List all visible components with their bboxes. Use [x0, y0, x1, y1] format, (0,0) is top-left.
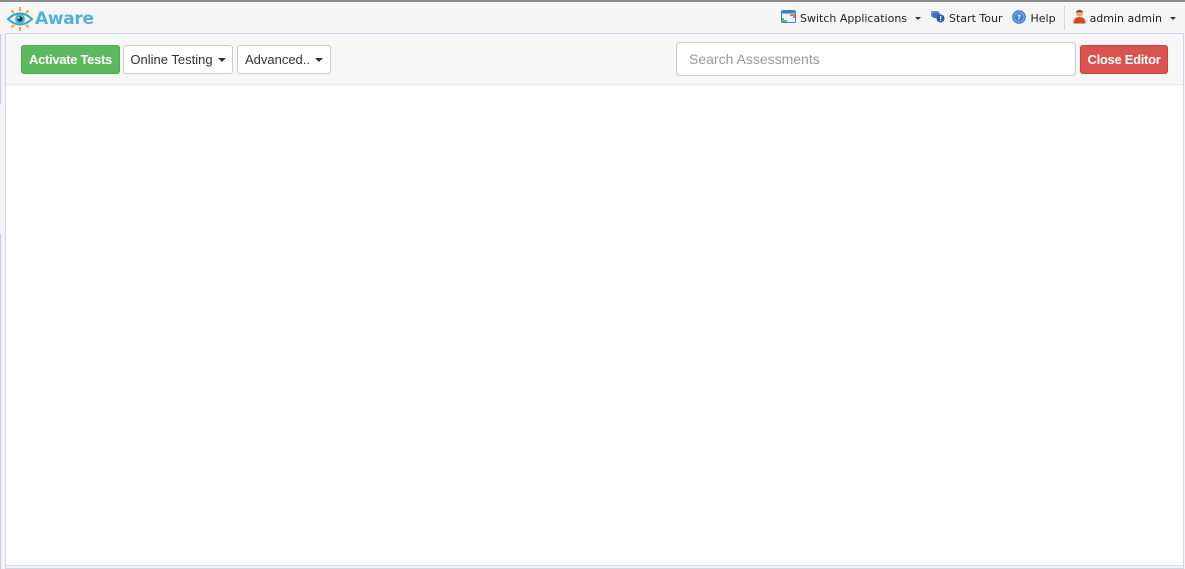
start-tour-label: Start Tour	[949, 11, 1003, 25]
help-label: Help	[1030, 11, 1056, 25]
editor-content-area	[6, 85, 1183, 566]
activate-tests-button[interactable]: Activate Tests	[21, 45, 120, 74]
chevron-down-icon	[1170, 16, 1176, 20]
top-navigation-bar: Aware Switch Applications Start Tour ? H…	[0, 0, 1185, 34]
caret-down-icon	[217, 57, 226, 62]
panel-bottom-border	[6, 565, 1183, 568]
nav-divider	[1063, 6, 1065, 30]
start-tour-link[interactable]: Start Tour	[926, 10, 1007, 26]
assessment-editor-panel: Activate Tests Online Testing Advanced..…	[5, 33, 1184, 569]
editor-toolbar: Activate Tests Online Testing Advanced..…	[6, 34, 1183, 85]
svg-text:?: ?	[1017, 13, 1021, 21]
search-assessments-input[interactable]	[676, 42, 1076, 76]
switch-apps-icon	[780, 9, 796, 27]
close-editor-label: Close Editor	[1087, 52, 1161, 67]
left-edge-border	[0, 34, 1, 104]
online-testing-label: Online Testing	[130, 52, 213, 67]
close-editor-button[interactable]: Close Editor	[1080, 45, 1168, 74]
left-edge-border	[0, 234, 1, 569]
user-menu[interactable]: admin admin	[1068, 9, 1181, 27]
advanced-dropdown[interactable]: Advanced..	[237, 45, 331, 74]
app-logo[interactable]: Aware	[7, 6, 94, 32]
switch-applications-menu[interactable]: Switch Applications	[776, 9, 926, 27]
advanced-label: Advanced..	[244, 52, 311, 67]
eye-sun-icon	[7, 6, 33, 32]
top-nav-menu: Switch Applications Start Tour ? Help ad…	[776, 4, 1181, 32]
help-icon: ?	[1012, 9, 1027, 27]
activate-tests-label: Activate Tests	[29, 52, 112, 67]
user-name: admin admin	[1089, 11, 1162, 25]
caret-down-icon	[315, 57, 324, 62]
app-name: Aware	[35, 9, 94, 29]
help-link[interactable]: ? Help	[1007, 9, 1060, 27]
tour-icon	[931, 10, 945, 26]
chevron-down-icon	[915, 16, 922, 20]
user-icon	[1073, 9, 1086, 27]
online-testing-dropdown[interactable]: Online Testing	[123, 45, 233, 74]
switch-applications-label: Switch Applications	[799, 11, 908, 25]
